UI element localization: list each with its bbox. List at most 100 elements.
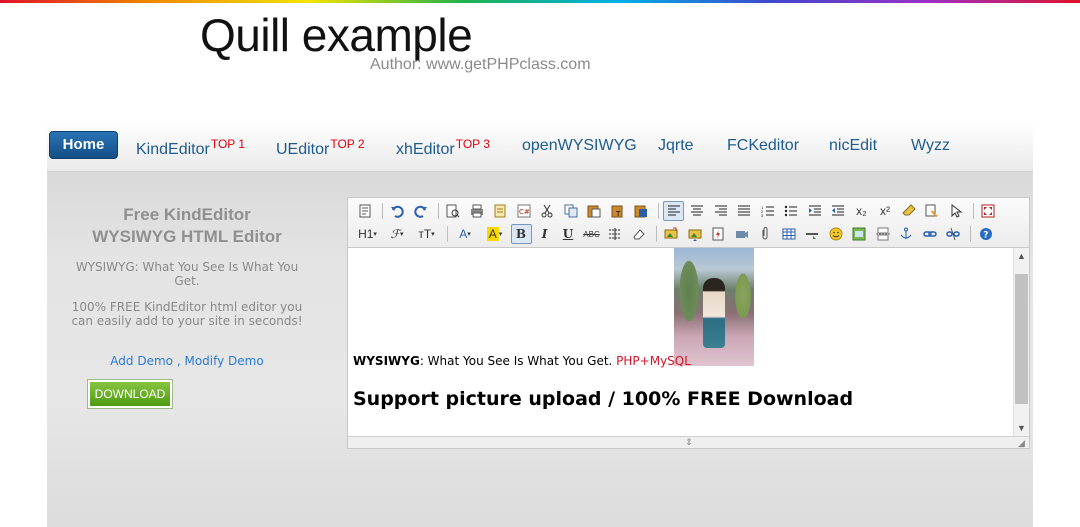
table-icon[interactable] bbox=[778, 224, 799, 244]
template-icon[interactable] bbox=[490, 201, 511, 221]
fullscreen-icon[interactable] bbox=[978, 201, 999, 221]
promo-description: WYSIWYG: What You See Is What You Get. bbox=[75, 260, 299, 288]
font-family-dropdown[interactable]: ℱ ▾ bbox=[384, 224, 411, 244]
svg-text:C#: C# bbox=[519, 208, 530, 216]
nav-item-xheditor[interactable]: xhEditorTOP 3 bbox=[396, 137, 490, 159]
eraser-icon[interactable] bbox=[628, 224, 649, 244]
clear-format-icon[interactable] bbox=[898, 201, 919, 221]
editor-statusbar: ⇕ ◢ bbox=[348, 436, 1029, 448]
flash-icon[interactable] bbox=[708, 224, 729, 244]
content-line-wysiwyg: WYSIWYG: What You See Is What You Get. P… bbox=[353, 354, 691, 368]
indent-icon[interactable] bbox=[804, 201, 825, 221]
content-line-support: Support picture upload / 100% FREE Downl… bbox=[353, 388, 854, 410]
multi-image-icon[interactable] bbox=[684, 224, 705, 244]
select-all-icon[interactable] bbox=[945, 201, 966, 221]
navbar: Home KindEditorTOP 1 UEditorTOP 2 xhEdit… bbox=[47, 120, 1033, 172]
print-icon[interactable] bbox=[466, 201, 487, 221]
font-color-dropdown[interactable]: A ▾ bbox=[452, 224, 479, 244]
promo-links: Add Demo , Modify Demo bbox=[110, 354, 264, 368]
nav-item-wyzz[interactable]: Wyzz bbox=[911, 137, 950, 155]
highlight-color-dropdown[interactable]: A ▾ bbox=[481, 224, 508, 244]
subscript-icon[interactable]: x₂ bbox=[851, 201, 872, 221]
bold-button[interactable]: B bbox=[510, 224, 532, 244]
align-center-icon[interactable] bbox=[687, 201, 708, 221]
toolbar-separator bbox=[437, 203, 439, 219]
align-right-icon[interactable] bbox=[710, 201, 731, 221]
strikethrough-button[interactable]: ABC bbox=[581, 224, 602, 244]
resize-corner-icon[interactable]: ◢ bbox=[1018, 438, 1028, 448]
add-demo-link[interactable]: Add Demo bbox=[110, 354, 173, 368]
nav-item-jqrte[interactable]: Jqrte bbox=[658, 137, 694, 155]
font-size-dropdown[interactable]: ᴛT ▾ bbox=[413, 224, 440, 244]
map-icon[interactable] bbox=[849, 224, 870, 244]
scroll-down-arrow-icon[interactable]: ▼ bbox=[1014, 420, 1029, 436]
nav-badge-top2: TOP 2 bbox=[330, 137, 365, 151]
horizontal-rule-icon[interactable] bbox=[802, 224, 823, 244]
insert-image-icon[interactable] bbox=[661, 224, 682, 244]
align-left-icon[interactable] bbox=[663, 201, 684, 221]
svg-text:3: 3 bbox=[761, 213, 764, 217]
editor-scrollbar[interactable]: ▲ ▼ bbox=[1013, 248, 1029, 436]
nav-badge-top1: TOP 1 bbox=[210, 137, 246, 151]
nav-item-nicedit[interactable]: nicEdit bbox=[829, 137, 877, 155]
undo-icon[interactable] bbox=[387, 201, 408, 221]
svg-text:?: ? bbox=[983, 231, 988, 241]
redo-icon[interactable] bbox=[410, 201, 431, 221]
ordered-list-icon[interactable]: 123 bbox=[757, 201, 778, 221]
anchor-icon[interactable] bbox=[896, 224, 917, 244]
superscript-icon[interactable]: x² bbox=[875, 201, 896, 221]
editor-toolbar: C# T 123 x₂ x² H1 ▾ ℱ ▾ ᴛT ▾ A ▾ A ▾ B I… bbox=[348, 198, 1029, 248]
toolbar-separator bbox=[446, 226, 448, 242]
scroll-thumb[interactable] bbox=[1015, 274, 1028, 404]
toolbar-row-2: H1 ▾ ℱ ▾ ᴛT ▾ A ▾ A ▾ B I U ABC ? bbox=[354, 223, 999, 245]
svg-text:T: T bbox=[615, 210, 621, 218]
toolbar-separator bbox=[655, 226, 657, 242]
link-icon[interactable] bbox=[919, 224, 940, 244]
nav-badge-top3: TOP 3 bbox=[455, 137, 490, 151]
italic-button[interactable]: I bbox=[534, 224, 555, 244]
attachment-icon[interactable] bbox=[755, 224, 776, 244]
nav-item-ueditor[interactable]: UEditorTOP 2 bbox=[276, 137, 365, 159]
page-break-icon[interactable] bbox=[872, 224, 893, 244]
top-rainbow-bar bbox=[0, 0, 1080, 3]
format-painter-icon[interactable] bbox=[922, 201, 943, 221]
page-title: Quill example bbox=[200, 9, 473, 61]
align-justify-icon[interactable] bbox=[734, 201, 755, 221]
paste-word-icon[interactable] bbox=[631, 201, 652, 221]
preview-icon[interactable] bbox=[443, 201, 464, 221]
paste-plain-icon[interactable]: T bbox=[607, 201, 628, 221]
modify-demo-link[interactable]: Modify Demo bbox=[184, 354, 263, 368]
resize-grip-icon[interactable]: ⇕ bbox=[682, 438, 696, 447]
code-icon[interactable]: C# bbox=[513, 201, 534, 221]
unlink-icon[interactable] bbox=[943, 224, 964, 244]
promo-title: Free KindEditor WYSIWYG HTML Editor bbox=[92, 205, 282, 246]
editor-content-area[interactable]: WYSIWYG: What You See Is What You Get. P… bbox=[348, 248, 1013, 436]
source-icon[interactable] bbox=[354, 201, 375, 221]
help-icon[interactable]: ? bbox=[975, 224, 996, 244]
nav-home-button[interactable]: Home bbox=[49, 131, 118, 159]
toolbar-separator bbox=[972, 203, 974, 219]
underline-button[interactable]: U bbox=[558, 224, 579, 244]
copy-icon[interactable] bbox=[560, 201, 581, 221]
rich-text-editor: C# T 123 x₂ x² H1 ▾ ℱ ▾ ᴛT ▾ A ▾ A ▾ B I… bbox=[347, 197, 1030, 449]
download-button[interactable]: DOWNLOAD bbox=[88, 380, 172, 408]
toolbar-separator bbox=[970, 226, 971, 242]
toolbar-separator bbox=[658, 203, 659, 219]
cut-icon[interactable] bbox=[537, 201, 558, 221]
paste-icon[interactable] bbox=[584, 201, 605, 221]
demo-site: Home KindEditorTOP 1 UEditorTOP 2 xhEdit… bbox=[47, 120, 1033, 527]
outdent-icon[interactable] bbox=[828, 201, 849, 221]
toolbar-row-1: C# T 123 x₂ x² bbox=[354, 200, 1001, 222]
inserted-photo bbox=[674, 248, 754, 366]
nav-item-openwysiwyg[interactable]: openWYSIWYG bbox=[522, 137, 637, 155]
nav-item-kindeditor[interactable]: KindEditorTOP 1 bbox=[136, 137, 245, 159]
bullet-list-icon[interactable] bbox=[781, 201, 802, 221]
media-icon[interactable] bbox=[731, 224, 752, 244]
emoticon-icon[interactable] bbox=[825, 224, 846, 244]
scroll-up-arrow-icon[interactable]: ▲ bbox=[1014, 248, 1029, 264]
heading-dropdown[interactable]: H1 ▾ bbox=[354, 224, 381, 244]
toolbar-separator bbox=[381, 203, 383, 219]
nav-item-fckeditor[interactable]: FCKeditor bbox=[727, 137, 799, 155]
page-author: Author: www.getPHPclass.com bbox=[370, 56, 591, 73]
line-height-icon[interactable] bbox=[605, 224, 626, 244]
